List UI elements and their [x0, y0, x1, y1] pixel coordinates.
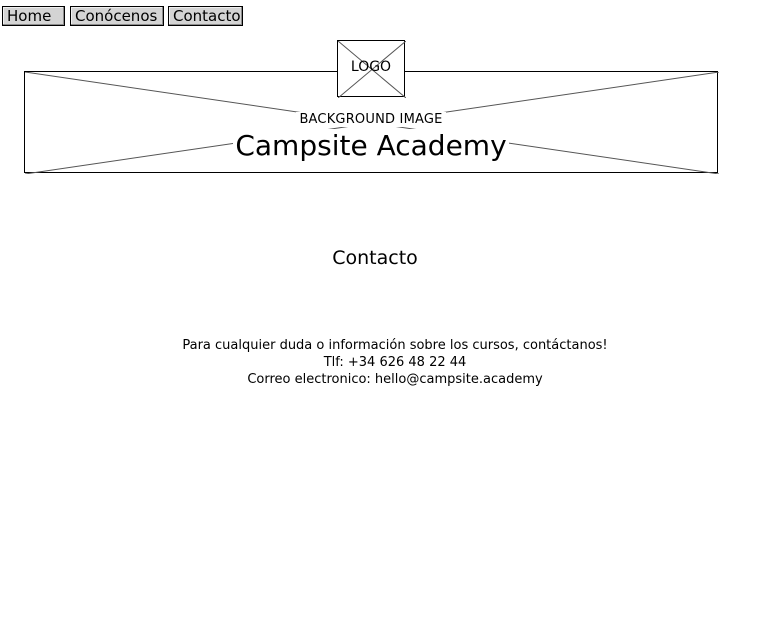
contact-phone: Tlf: +34 626 48 22 44 — [323, 355, 467, 370]
page-title: Contacto — [332, 247, 418, 269]
site-title: Campsite Academy — [233, 129, 509, 162]
contact-email: Correo electronico: hello@campsite.acade… — [247, 372, 543, 387]
background-image-label: BACKGROUND IMAGE — [25, 112, 717, 127]
nav-home-button[interactable]: Home — [2, 6, 65, 26]
nav-contact-button[interactable]: Contacto — [168, 6, 243, 26]
contact-info: Para cualquier duda o información sobre … — [0, 337, 765, 388]
logo-label: LOGO — [350, 59, 392, 75]
logo-placeholder[interactable]: LOGO — [337, 40, 406, 98]
nav-about-button[interactable]: Conócenos — [70, 6, 164, 26]
contact-intro-text: Para cualquier duda o información sobre … — [182, 338, 608, 353]
